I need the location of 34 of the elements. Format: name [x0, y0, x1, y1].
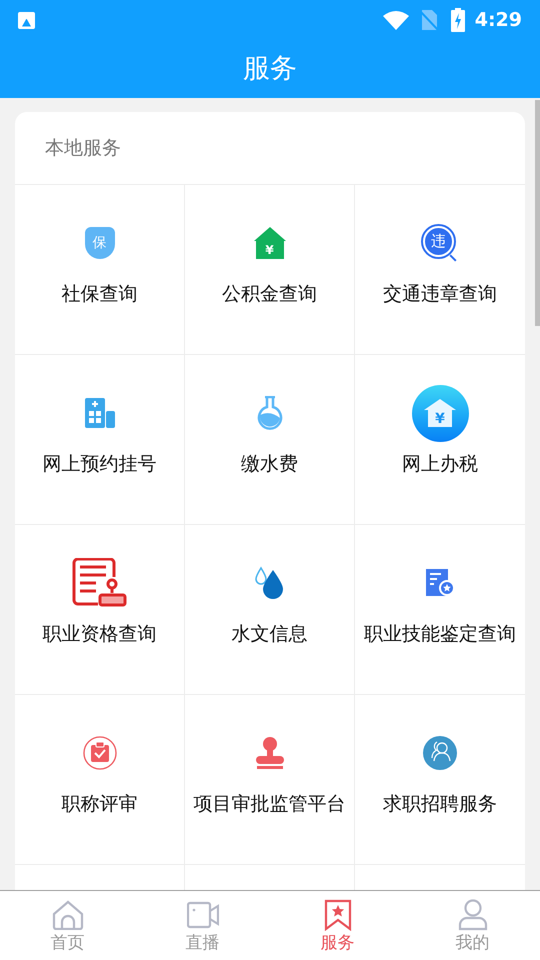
water-drops-icon [254, 566, 284, 600]
service-item[interactable]: 保 社保查询 [15, 184, 185, 354]
tab-item[interactable]: 服务 [270, 891, 405, 960]
service-item[interactable]: 网上预约挂号 [15, 354, 185, 524]
document-star-icon [426, 569, 454, 597]
service-item[interactable]: 项目审批监管平台 [185, 694, 355, 864]
people-icon [423, 736, 457, 770]
service-item[interactable]: ¥ 网上办税 [355, 354, 525, 524]
flask-icon [256, 396, 282, 430]
service-item[interactable]: 职业技能鉴定查询 [355, 524, 525, 694]
service-item[interactable]: 缴水费 [185, 354, 355, 524]
user-icon [458, 899, 488, 931]
section-title: 本地服务 [45, 136, 121, 161]
service-item[interactable]: 水文信息 [185, 524, 355, 694]
battery-charging-icon [450, 8, 465, 32]
wifi-icon [382, 10, 409, 30]
status-time: 4:29 [474, 8, 522, 33]
tax-house-icon: ¥ [412, 384, 468, 442]
service-item[interactable]: 职业资格查询 [15, 524, 185, 694]
certificate-icon [72, 558, 128, 608]
hospital-icon [84, 398, 114, 428]
bookmark-star-icon [324, 899, 352, 931]
magnifier-icon: 违 [423, 226, 457, 260]
service-item[interactable]: ¥ 公积金查询 [185, 184, 355, 354]
stamp-icon [254, 736, 284, 770]
shield-icon: 保 [84, 227, 114, 259]
home-icon [52, 900, 84, 930]
service-item[interactable]: 求职招聘服务 [355, 694, 525, 864]
app-notification-icon [18, 12, 35, 28]
service-item[interactable]: 职称评审 [15, 694, 185, 864]
page-title: 服务 [243, 52, 297, 86]
service-item[interactable]: 违 交通违章查询 [355, 184, 525, 354]
video-camera-icon [186, 901, 218, 929]
clipboard-check-icon [82, 736, 116, 770]
